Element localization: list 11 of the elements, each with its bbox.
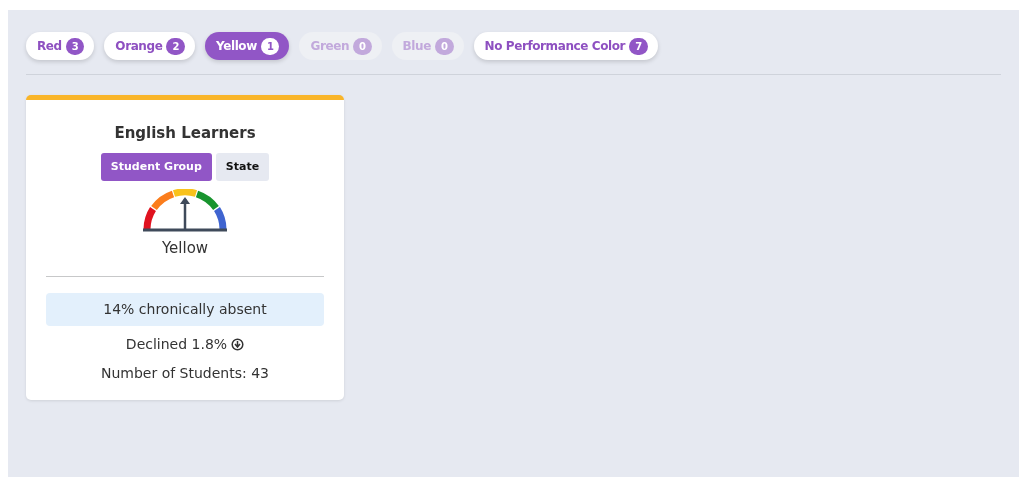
filter-chip[interactable]: Orange 2 (104, 32, 195, 60)
student-count: Number of Students: 43 (100, 363, 270, 383)
card-title: English Learners (113, 123, 257, 144)
performance-label: Yellow (160, 238, 210, 259)
toggle-button[interactable]: State (215, 152, 270, 181)
filter-chip[interactable]: Yellow 1 (205, 32, 290, 60)
filter-chip[interactable]: No Performance Color 7 (473, 32, 658, 60)
toggle-button[interactable]: Student Group (100, 152, 212, 181)
change-text: Declined 1.8% (125, 334, 228, 354)
filter-chip[interactable]: Red 3 (26, 32, 95, 60)
absence-rate: 14% chronically absent (46, 292, 324, 326)
